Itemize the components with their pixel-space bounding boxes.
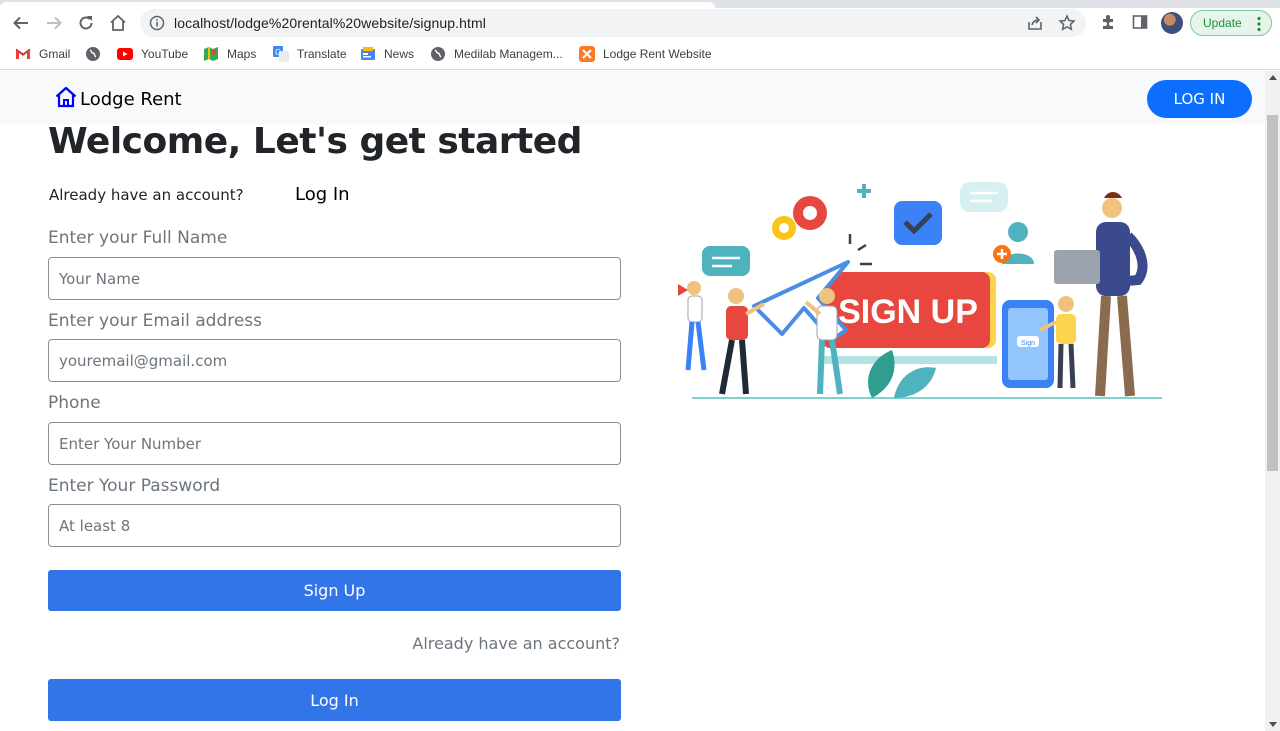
home-button[interactable] (106, 11, 130, 35)
person-figure (728, 288, 744, 304)
phone-placeholder: Enter Your Number (59, 434, 202, 453)
bookmark-maps[interactable]: Maps (203, 46, 256, 62)
side-panel-icon[interactable] (1131, 13, 1149, 31)
password-input[interactable]: At least 8 (48, 504, 621, 547)
login-link[interactable]: Log In (295, 184, 350, 205)
full-name-placeholder: Your Name (59, 269, 141, 288)
plus-icon (857, 184, 871, 198)
update-label: Update (1203, 16, 1242, 30)
phone-input[interactable]: Enter Your Number (48, 422, 621, 465)
signup-illustration: SIGN UP Sign (678, 182, 1162, 399)
bookmark-lodge-rent[interactable]: Lodge Rent Website (579, 46, 712, 62)
brand-name: Lodge Rent (80, 89, 182, 110)
person-figure (687, 281, 701, 295)
email-placeholder: youremail@gmail.com (59, 351, 228, 370)
arrow-right-icon (47, 16, 62, 30)
chat-bubble-icon (960, 182, 1008, 212)
password-placeholder: At least 8 (59, 516, 131, 535)
email-input[interactable]: youremail@gmail.com (48, 339, 621, 382)
tab-strip (0, 0, 1280, 8)
forward-button[interactable] (42, 11, 66, 35)
extensions-icon[interactable] (1099, 13, 1117, 31)
scroll-up-arrow-icon[interactable] (1269, 75, 1277, 80)
banner-base (822, 356, 997, 364)
globe-icon (85, 46, 101, 62)
page-viewport: Welcome, Let's get started Already have … (0, 71, 1265, 731)
back-button[interactable] (9, 11, 33, 35)
bookmark-gmail[interactable]: Gmail (15, 46, 70, 62)
user-plus-icon (1008, 222, 1028, 242)
gmail-icon (15, 46, 31, 62)
brand-logo[interactable]: Lodge Rent (54, 85, 182, 110)
url-text[interactable]: localhost/lodge%20rental%20website/signu… (174, 15, 486, 31)
scrollbar-thumb[interactable] (1267, 115, 1278, 471)
email-label: Enter your Email address (48, 311, 263, 331)
house-icon (55, 86, 77, 108)
full-name-input[interactable]: Your Name (48, 257, 621, 300)
globe-icon (430, 46, 446, 62)
translate-icon: G (273, 46, 289, 62)
scroll-down-arrow-icon[interactable] (1269, 722, 1277, 727)
chat-bubble-icon (702, 246, 750, 276)
already-account-text: Already have an account? (49, 186, 244, 204)
site-navbar: Lodge Rent LOG IN (0, 71, 1265, 125)
page-title: Welcome, Let's get started (48, 121, 582, 162)
bookmark-translate[interactable]: G Translate (273, 46, 347, 62)
xampp-icon (579, 46, 595, 62)
bookmark-medilab[interactable]: Medilab Managem... (430, 46, 563, 62)
phone-button-text: Sign (1021, 340, 1035, 347)
menu-dots-icon (1257, 16, 1261, 32)
bookmark-globe[interactable] (85, 46, 109, 62)
signup-button[interactable]: Sign Up (48, 570, 621, 611)
svg-text:G: G (275, 48, 281, 57)
person-figure (1102, 198, 1122, 218)
profile-avatar[interactable] (1161, 12, 1183, 34)
update-button[interactable]: Update (1190, 10, 1272, 36)
full-name-label: Enter your Full Name (48, 228, 228, 248)
reload-button[interactable] (74, 11, 98, 35)
youtube-icon (117, 46, 133, 62)
reload-icon (79, 16, 93, 30)
bookmarks-bar: Gmail YouTube Maps G Translate News Medi… (0, 38, 1280, 70)
maps-icon (203, 46, 219, 62)
address-bar[interactable]: localhost/lodge%20rental%20website/signu… (140, 9, 1086, 37)
password-label: Enter Your Password (48, 476, 221, 496)
checkbox-icon (894, 201, 942, 245)
laptop-icon (1054, 250, 1100, 284)
arrow-left-icon (13, 16, 28, 30)
banner-text: SIGN UP (838, 293, 978, 331)
share-icon[interactable] (1026, 14, 1044, 32)
person-figure (819, 288, 835, 304)
phone-label: Phone (48, 393, 101, 413)
login-bottom-button[interactable]: Log In (48, 679, 621, 721)
navbar-login-button[interactable]: LOG IN (1147, 80, 1252, 118)
home-icon (110, 14, 126, 31)
bookmark-star-icon[interactable] (1058, 14, 1076, 32)
browser-toolbar: localhost/lodge%20rental%20website/signu… (0, 8, 1280, 38)
bookmark-news[interactable]: News (360, 46, 414, 62)
burst-marks (848, 234, 872, 266)
person-figure (1058, 296, 1074, 312)
already-account-footer-text: Already have an account? (412, 634, 620, 653)
news-icon (360, 46, 376, 62)
info-icon (149, 15, 165, 31)
bookmark-youtube[interactable]: YouTube (117, 46, 188, 62)
page-scrollbar[interactable] (1265, 71, 1280, 731)
